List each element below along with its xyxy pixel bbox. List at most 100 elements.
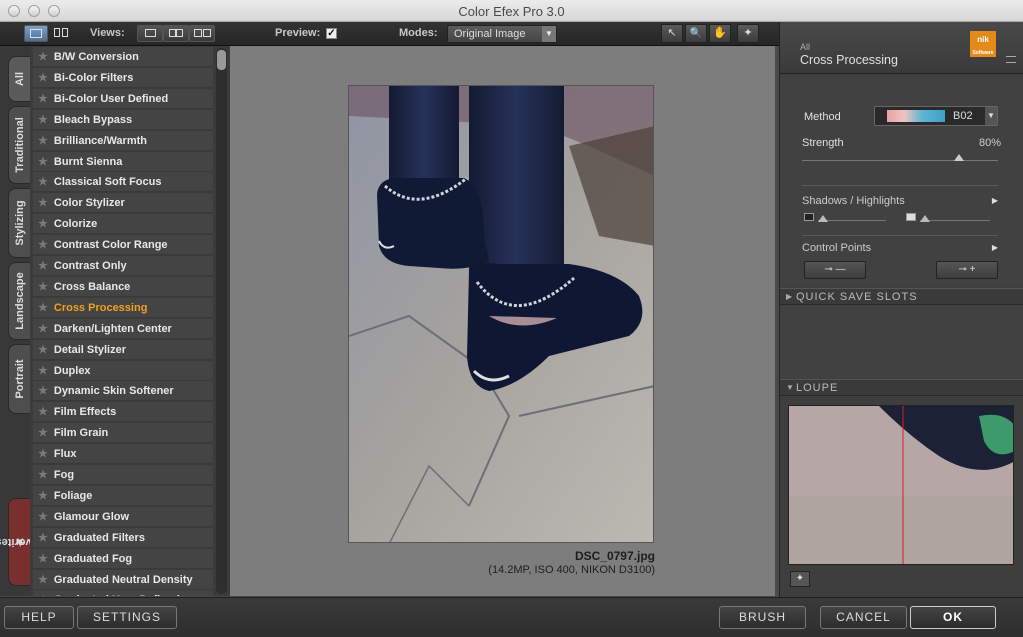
cancel-button[interactable]: CANCEL bbox=[820, 606, 907, 629]
hand-tool-button[interactable]: ✋ bbox=[709, 24, 731, 43]
view-split-button[interactable] bbox=[163, 25, 189, 42]
strength-slider-thumb[interactable] bbox=[953, 154, 964, 161]
star-icon[interactable]: ★ bbox=[38, 469, 48, 481]
method-dropdown[interactable]: B02 ▼ bbox=[874, 106, 998, 126]
loupe-pin-button[interactable]: ✦ bbox=[790, 571, 810, 587]
app-window: Color Efex Pro 3.0 Views: Preview: ✓ Mod… bbox=[0, 0, 1023, 637]
highlights-slider-track[interactable] bbox=[920, 220, 990, 221]
filter-item[interactable]: ★ Graduated Neutral Density bbox=[33, 569, 213, 590]
filter-item[interactable]: ★ Flux bbox=[33, 444, 213, 465]
add-control-point-plus-button[interactable]: ⊸ + bbox=[936, 261, 998, 279]
tab-traditional-label: Traditional bbox=[13, 117, 26, 173]
star-icon[interactable]: ★ bbox=[38, 239, 48, 251]
tab-traditional[interactable]: Traditional bbox=[8, 106, 30, 184]
shadows-slider-thumb[interactable] bbox=[818, 215, 828, 222]
settings-button[interactable]: SETTINGS bbox=[77, 606, 177, 629]
filter-item[interactable]: ★ Cross Balance bbox=[33, 276, 213, 297]
star-icon[interactable]: ★ bbox=[38, 511, 48, 523]
filter-item[interactable]: ★ Burnt Sienna bbox=[33, 151, 213, 172]
filter-item[interactable]: ★ B/W Conversion bbox=[33, 47, 213, 67]
filter-item[interactable]: ★ Foliage bbox=[33, 485, 213, 506]
filter-item[interactable]: ★ Duplex bbox=[33, 360, 213, 381]
preview-checkbox[interactable]: ✓ bbox=[326, 28, 337, 39]
filter-item[interactable]: ★ Bi-Color Filters bbox=[33, 67, 213, 88]
split-view-button[interactable] bbox=[50, 25, 74, 42]
view-single-button[interactable] bbox=[137, 25, 163, 42]
star-icon[interactable]: ★ bbox=[38, 490, 48, 502]
star-icon[interactable]: ★ bbox=[38, 574, 48, 586]
star-icon[interactable]: ★ bbox=[38, 93, 48, 105]
view-side-by-side-button[interactable] bbox=[189, 25, 215, 42]
star-icon[interactable]: ★ bbox=[38, 176, 48, 188]
star-icon[interactable]: ★ bbox=[38, 72, 48, 84]
filter-item[interactable]: ★ Classical Soft Focus bbox=[33, 172, 213, 193]
star-icon[interactable]: ★ bbox=[38, 260, 48, 272]
star-icon[interactable]: ★ bbox=[38, 218, 48, 230]
single-view-button[interactable] bbox=[24, 25, 48, 42]
brush-button[interactable]: BRUSH bbox=[719, 606, 806, 629]
scrollbar-thumb[interactable] bbox=[217, 50, 226, 70]
background-tool-button[interactable]: ✦ bbox=[737, 24, 759, 43]
pointer-tool-button[interactable]: ↖ bbox=[661, 24, 683, 43]
star-icon[interactable]: ★ bbox=[38, 197, 48, 209]
preview-filename: DSC_0797.jpg bbox=[574, 549, 655, 563]
ok-button[interactable]: OK bbox=[910, 606, 996, 629]
loupe-header[interactable]: ▼ LOUPE bbox=[780, 379, 1023, 396]
star-icon[interactable]: ★ bbox=[38, 156, 48, 168]
star-icon[interactable]: ★ bbox=[38, 406, 48, 418]
filter-item[interactable]: ★ Colorize bbox=[33, 214, 213, 235]
star-icon[interactable]: ★ bbox=[38, 594, 48, 596]
filter-item[interactable]: ★ Color Stylizer bbox=[33, 193, 213, 214]
help-button[interactable]: HELP bbox=[4, 606, 74, 629]
zoom-tool-button[interactable]: 🔍 bbox=[685, 24, 707, 43]
filter-item[interactable]: ★ Contrast Only bbox=[33, 256, 213, 276]
star-icon[interactable]: ★ bbox=[38, 135, 48, 147]
strength-slider-track[interactable] bbox=[802, 160, 998, 161]
modes-dropdown[interactable]: Original Image ▼ bbox=[447, 25, 557, 43]
loupe-view[interactable] bbox=[788, 405, 1014, 565]
filter-item[interactable]: ★ Graduated Fog bbox=[33, 548, 213, 569]
control-points-expand-icon[interactable]: ▶ bbox=[992, 243, 998, 252]
filter-list-scrollbar[interactable] bbox=[216, 48, 227, 594]
highlights-slider-thumb[interactable] bbox=[920, 215, 930, 222]
filter-item[interactable]: ★ Graduated User Defined bbox=[33, 590, 213, 596]
tab-all[interactable]: All bbox=[8, 56, 30, 102]
star-icon[interactable]: ★ bbox=[38, 302, 48, 314]
shadows-slider-track[interactable] bbox=[818, 220, 886, 221]
shadows-expand-icon[interactable]: ▶ bbox=[992, 196, 998, 205]
star-icon[interactable]: ★ bbox=[38, 281, 48, 293]
filter-item[interactable]: ★ Contrast Color Range bbox=[33, 235, 213, 256]
tab-favorites[interactable]: ★ Favorites bbox=[0, 498, 44, 586]
window-title: Color Efex Pro 3.0 bbox=[458, 4, 565, 19]
quick-save-slots-header[interactable]: ▶ QUICK SAVE SLOTS bbox=[780, 288, 1023, 305]
add-control-point-minus-button[interactable]: ⊸ — bbox=[804, 261, 866, 279]
tab-portrait[interactable]: Portrait bbox=[8, 344, 30, 414]
star-icon[interactable]: ★ bbox=[38, 553, 48, 565]
filter-item[interactable]: ★ Detail Stylizer bbox=[33, 339, 213, 360]
filter-item[interactable]: ★ Brilliance/Warmth bbox=[33, 130, 213, 151]
preview-area[interactable]: DSC_0797.jpg (14.2MP, ISO 400, NIKON D31… bbox=[230, 46, 775, 596]
star-icon[interactable]: ★ bbox=[38, 344, 48, 356]
star-icon[interactable]: ★ bbox=[38, 532, 48, 544]
star-icon[interactable]: ★ bbox=[38, 427, 48, 439]
filter-item[interactable]: ★ Cross Processing bbox=[33, 297, 213, 318]
filter-item[interactable]: ★ Film Effects bbox=[33, 402, 213, 423]
star-icon[interactable]: ★ bbox=[38, 365, 48, 377]
tab-stylizing[interactable]: Stylizing bbox=[8, 188, 30, 258]
filter-item[interactable]: ★ Graduated Filters bbox=[33, 527, 213, 548]
filter-item[interactable]: ★ Glamour Glow bbox=[33, 506, 213, 527]
filter-item[interactable]: ★ Dynamic Skin Softener bbox=[33, 381, 213, 402]
tab-landscape[interactable]: Landscape bbox=[8, 262, 30, 340]
star-icon[interactable]: ★ bbox=[38, 51, 48, 63]
filter-item[interactable]: ★ Bleach Bypass bbox=[33, 109, 213, 130]
filter-item[interactable]: ★ Film Grain bbox=[33, 423, 213, 444]
filter-item[interactable]: ★ Darken/Lighten Center bbox=[33, 318, 213, 339]
star-icon[interactable]: ★ bbox=[38, 448, 48, 460]
filter-item[interactable]: ★ Bi-Color User Defined bbox=[33, 88, 213, 109]
star-icon[interactable]: ★ bbox=[38, 323, 48, 335]
preview-details: (14.2MP, ISO 400, NIKON D3100) bbox=[488, 564, 655, 576]
star-icon[interactable]: ★ bbox=[38, 114, 48, 126]
method-label: Method bbox=[804, 111, 841, 123]
star-icon[interactable]: ★ bbox=[38, 385, 48, 397]
filter-item[interactable]: ★ Fog bbox=[33, 465, 213, 485]
